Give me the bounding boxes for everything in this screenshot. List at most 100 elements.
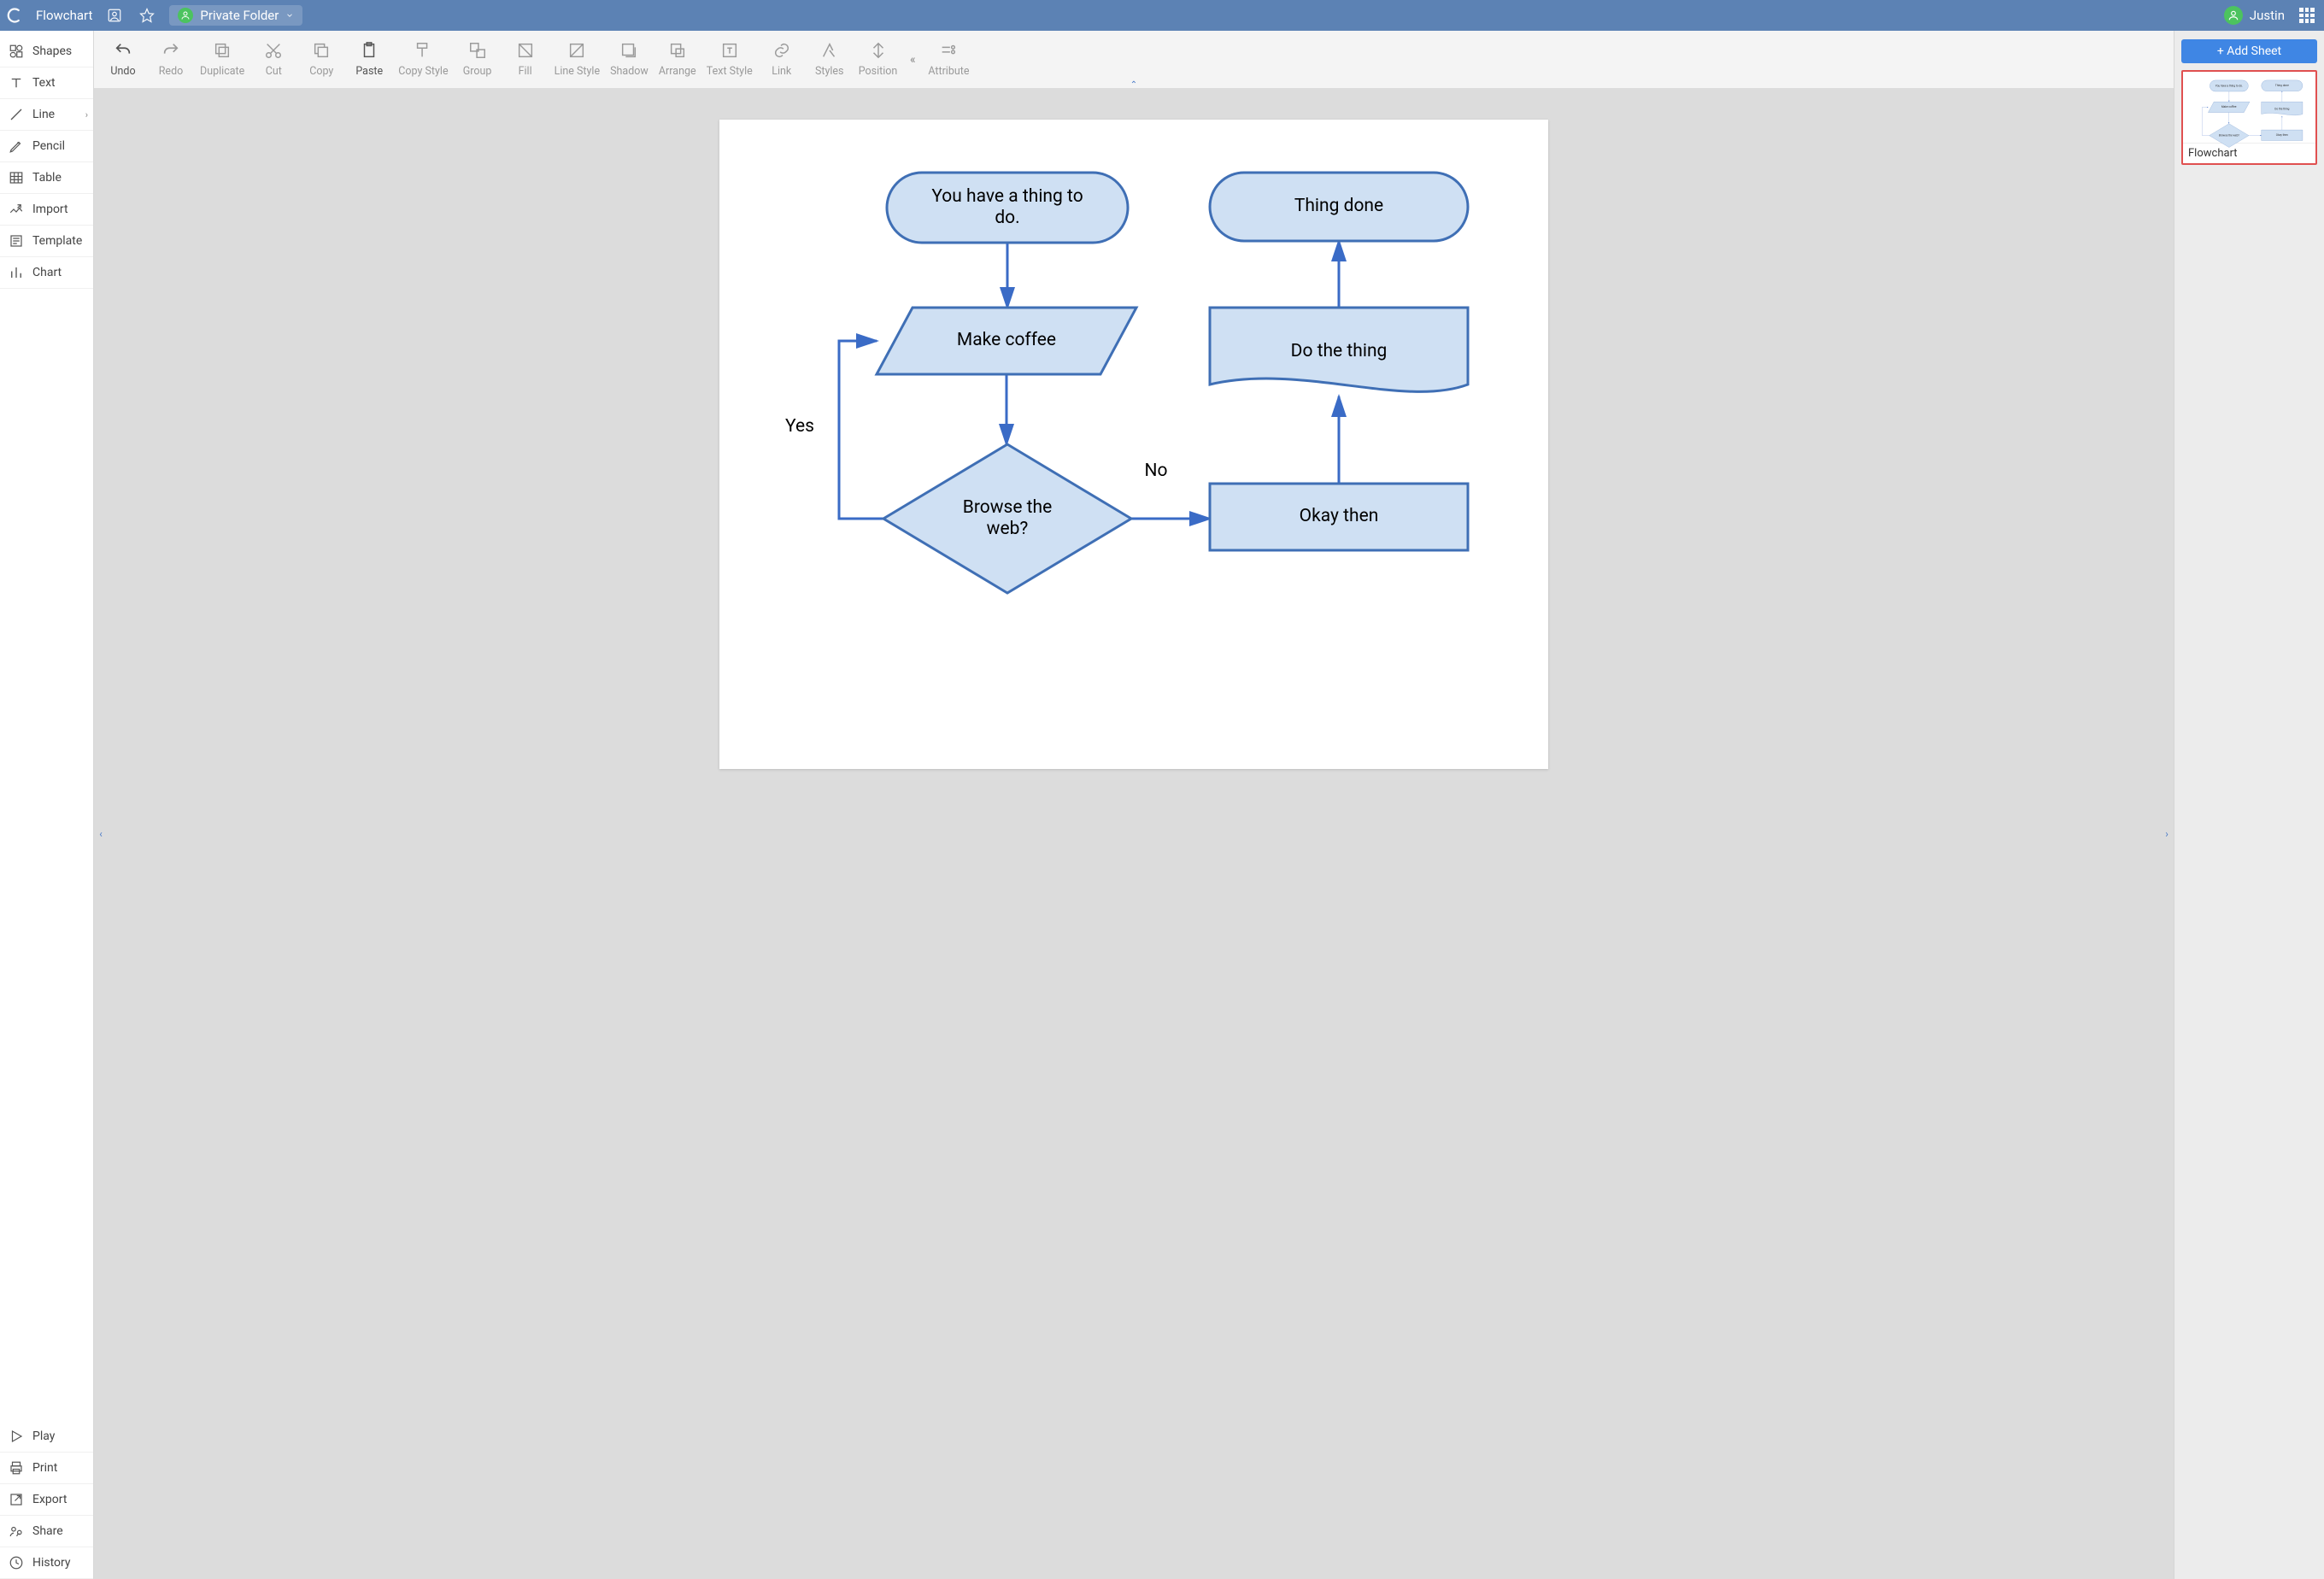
toolbar-fill[interactable]: Fill (502, 35, 549, 85)
toolbar-label: Shadow (610, 65, 648, 78)
share-icon (9, 1523, 24, 1539)
apps-grid-icon[interactable] (2297, 5, 2317, 26)
chevron-down-icon (285, 11, 294, 20)
collapse-right-icon[interactable]: › (2160, 817, 2174, 851)
import-icon (9, 202, 24, 217)
toolbar-label: Text Style (707, 65, 753, 78)
chevron-right-icon: › (85, 109, 88, 120)
duplicate-icon (213, 41, 232, 60)
user-avatar-icon (2224, 6, 2243, 25)
toolbar-redo[interactable]: Redo (147, 35, 195, 85)
play-icon (9, 1429, 24, 1444)
svg-text:Do the thing: Do the thing (2274, 107, 2289, 110)
sidebar-item-shapes[interactable]: Shapes (0, 36, 93, 68)
sidebar-item-share[interactable]: Share (0, 1516, 93, 1547)
styles-icon (820, 41, 839, 60)
toolbar-label: Position (859, 65, 898, 78)
toolbar-arrange[interactable]: Arrange (654, 35, 701, 85)
toolbar-label: Duplicate (200, 65, 244, 78)
app-logo[interactable] (7, 7, 24, 24)
sidebar-item-label: Export (32, 1493, 67, 1506)
cut-icon (264, 41, 283, 60)
toolbar-position[interactable]: Position (854, 35, 903, 85)
add-sheet-button[interactable]: + Add Sheet (2181, 39, 2317, 63)
sidebar-item-export[interactable]: Export (0, 1484, 93, 1516)
redo-icon (161, 41, 180, 60)
toolbar-label: Paste (355, 65, 383, 78)
sidebar-item-print[interactable]: Print (0, 1453, 93, 1484)
toolbar-copystyle[interactable]: Copy Style (393, 35, 453, 85)
toolbar-styles[interactable]: Styles (806, 35, 854, 85)
chart-icon (9, 265, 24, 280)
toolbar-label: Fill (519, 65, 532, 78)
document-title[interactable]: Flowchart (36, 8, 92, 23)
toolbar-label: Arrange (659, 65, 696, 78)
arrange-icon (668, 41, 687, 60)
toolbar-shadow[interactable]: Shadow (605, 35, 654, 85)
toolbar-label: Undo (110, 65, 135, 78)
toolbar-linestyle[interactable]: Line Style (549, 35, 606, 85)
user-menu[interactable]: Justin (2224, 6, 2285, 25)
toolbar-attribute[interactable]: Attribute (923, 35, 974, 85)
toolbar-label: Cut (266, 65, 282, 78)
toolbar-copy[interactable]: Copy (297, 35, 345, 85)
sidebar-item-label: Pencil (32, 139, 65, 153)
toolbar-textstyle[interactable]: Text Style (701, 35, 758, 85)
canvas[interactable]: You have a thing to do.Make coffeeBrowse… (719, 120, 1548, 769)
svg-text:Make coffee: Make coffee (2221, 105, 2237, 109)
toolbar: Undo Redo Duplicate Cut Copy Paste Copy StyleG… (94, 31, 2174, 89)
svg-text:Browse the web?: Browse the web? (2219, 133, 2240, 137)
position-icon (869, 41, 888, 60)
sidebar-item-label: History (32, 1556, 71, 1570)
sidebar-item-label: Line (32, 108, 55, 121)
toolbar-cut[interactable]: Cut (249, 35, 297, 85)
attribute-icon (939, 41, 958, 60)
toolbar-duplicate[interactable]: Duplicate (195, 35, 249, 85)
sidebar-item-pencil[interactable]: Pencil (0, 131, 93, 162)
contacts-icon[interactable] (104, 5, 125, 26)
toolbar-expand-caret[interactable]: ⌃ (1130, 82, 1137, 89)
group-icon (468, 41, 487, 60)
sidebar-item-chart[interactable]: Chart (0, 257, 93, 289)
sidebar-item-label: Play (32, 1429, 55, 1443)
undo-icon (114, 41, 132, 60)
toolbar-overflow-icon[interactable]: « (902, 53, 923, 67)
folder-selector[interactable]: Private Folder (169, 5, 302, 26)
sidebar-item-play[interactable]: Play (0, 1421, 93, 1453)
sidebar-item-label: Share (32, 1524, 63, 1538)
sheet-thumbnail[interactable]: You have a thing to do. Make coffee Browse… (2181, 70, 2317, 165)
table-icon (9, 170, 24, 185)
collapse-left-icon[interactable]: ‹ (94, 817, 108, 851)
fill-icon (516, 41, 535, 60)
sidebar-item-import[interactable]: Import (0, 194, 93, 226)
svg-text:Thing done: Thing done (2275, 84, 2289, 87)
sidebar-item-label: Template (32, 234, 82, 248)
shapes-icon (9, 44, 24, 59)
toolbar-label: Attribute (928, 65, 969, 78)
toolbar-paste[interactable]: Paste (345, 35, 393, 85)
toolbar-undo[interactable]: Undo (99, 35, 147, 85)
folder-label: Private Folder (200, 8, 279, 23)
user-name: Justin (2250, 8, 2285, 23)
right-panel: + Add Sheet You have a thing to do. Make … (2174, 31, 2324, 1579)
toolbar-label: Copy (309, 65, 333, 78)
copy-icon (312, 41, 331, 60)
line-icon (9, 107, 24, 122)
star-icon[interactable] (137, 5, 157, 26)
export-icon (9, 1492, 24, 1507)
sidebar-item-history[interactable]: History (0, 1547, 93, 1579)
sidebar-item-line[interactable]: Line › (0, 99, 93, 131)
svg-text:You have a thing to do.: You have a thing to do. (2215, 84, 2243, 87)
toolbar-link[interactable]: Link (758, 35, 806, 85)
template-icon (9, 233, 24, 249)
link-icon (772, 41, 791, 60)
sidebar-item-label: Text (32, 76, 56, 90)
toolbar-label: Link (772, 65, 791, 78)
sidebar-item-text[interactable]: Text (0, 68, 93, 99)
sidebar-item-template[interactable]: Template (0, 226, 93, 257)
sidebar-item-table[interactable]: Table (0, 162, 93, 194)
svg-text:Okay then: Okay then (2276, 133, 2288, 137)
toolbar-group[interactable]: Group (454, 35, 502, 85)
canvas-viewport[interactable]: ‹ › You have a thing to do.Make coffeeBr… (94, 89, 2174, 1579)
copystyle-icon (414, 41, 432, 60)
